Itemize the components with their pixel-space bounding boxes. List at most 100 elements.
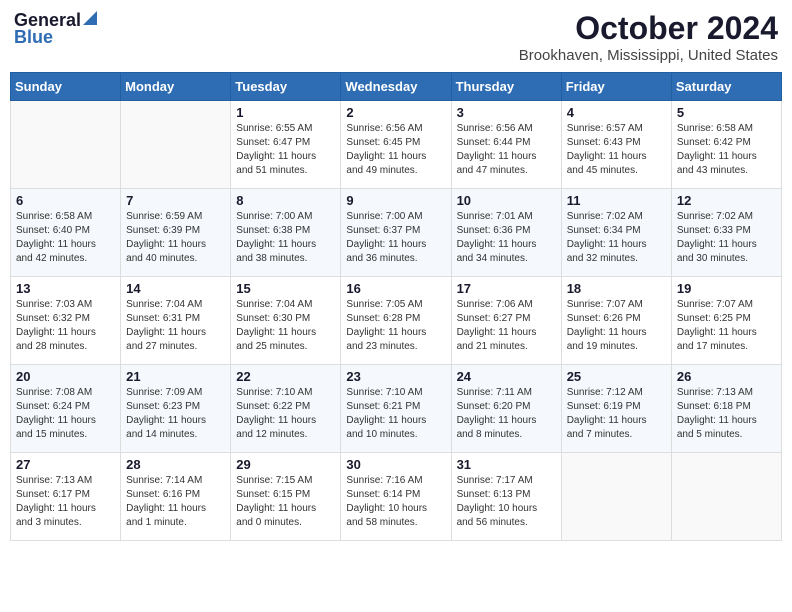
weekday-header-monday: Monday <box>121 73 231 101</box>
calendar-cell: 30Sunrise: 7:16 AMSunset: 6:14 PMDayligh… <box>341 453 451 541</box>
sunrise-text: Sunrise: 7:07 AM <box>677 299 753 310</box>
calendar-cell: 9Sunrise: 7:00 AMSunset: 6:37 PMDaylight… <box>341 189 451 277</box>
sunset-text: Sunset: 6:13 PM <box>457 489 531 500</box>
calendar-cell: 28Sunrise: 7:14 AMSunset: 6:16 PMDayligh… <box>121 453 231 541</box>
weekday-header-tuesday: Tuesday <box>231 73 341 101</box>
month-title: October 2024 <box>519 10 778 47</box>
day-info: Sunrise: 7:03 AM Sunset: 6:32 PM Daylight:… <box>16 298 115 354</box>
day-number: 8 <box>236 193 335 208</box>
weekday-header-saturday: Saturday <box>671 73 781 101</box>
day-number: 4 <box>567 105 666 120</box>
sunset-text: Sunset: 6:40 PM <box>16 225 90 236</box>
calendar-cell: 7Sunrise: 6:59 AMSunset: 6:39 PMDaylight… <box>121 189 231 277</box>
sunrise-text: Sunrise: 7:12 AM <box>567 387 643 398</box>
sunrise-text: Sunrise: 7:09 AM <box>126 387 202 398</box>
calendar-cell: 21Sunrise: 7:09 AMSunset: 6:23 PMDayligh… <box>121 365 231 453</box>
sunrise-text: Sunrise: 7:15 AM <box>236 475 312 486</box>
sunrise-text: Sunrise: 7:11 AM <box>457 387 532 398</box>
sunrise-text: Sunrise: 7:13 AM <box>16 475 92 486</box>
day-number: 5 <box>677 105 776 120</box>
calendar-cell: 27Sunrise: 7:13 AMSunset: 6:17 PMDayligh… <box>11 453 121 541</box>
calendar-cell: 16Sunrise: 7:05 AMSunset: 6:28 PMDayligh… <box>341 277 451 365</box>
daylight-text: Daylight: 11 hours and 45 minutes. <box>567 151 647 176</box>
day-info: Sunrise: 7:02 AMSunset: 6:34 PMDaylight:… <box>567 210 666 266</box>
sunset-text: Sunset: 6:38 PM <box>236 225 310 236</box>
day-number: 21 <box>126 369 225 384</box>
weekday-header-thursday: Thursday <box>451 73 561 101</box>
day-info: Sunrise: 7:01 AMSunset: 6:36 PMDaylight:… <box>457 210 556 266</box>
sunset-text: Sunset: 6:26 PM <box>567 313 641 324</box>
sunrise-text: Sunrise: 7:08 AM <box>16 387 92 398</box>
sunrise-text: Sunrise: 7:10 AM <box>236 387 312 398</box>
weekday-header-friday: Friday <box>561 73 671 101</box>
day-info: Sunrise: 7:09 AMSunset: 6:23 PMDaylight:… <box>126 386 225 442</box>
daylight-text: Daylight: 11 hours and 40 minutes. <box>126 239 206 264</box>
daylight-text: Daylight: 11 hours and 38 minutes. <box>236 239 316 264</box>
day-info: Sunrise: 7:07 AMSunset: 6:25 PMDaylight:… <box>677 298 776 354</box>
sunrise-text: Sunrise: 7:00 AM <box>346 211 422 222</box>
daylight-text: Daylight: 11 hours and 28 minutes. <box>16 327 96 352</box>
sunset-text: Sunset: 6:45 PM <box>346 137 420 148</box>
sunset-text: Sunset: 6:17 PM <box>16 489 90 500</box>
day-info: Sunrise: 7:12 AMSunset: 6:19 PMDaylight:… <box>567 386 666 442</box>
day-number: 3 <box>457 105 556 120</box>
sunrise-text: Sunrise: 7:07 AM <box>567 299 643 310</box>
daylight-text: Daylight: 10 hours and 58 minutes. <box>346 503 427 528</box>
sunrise-text: Sunrise: 7:03 AM <box>16 299 92 310</box>
daylight-text: Daylight: 11 hours and 47 minutes. <box>457 151 537 176</box>
calendar-cell: 13 Sunrise: 7:03 AM Sunset: 6:32 PM Dayligh… <box>11 277 121 365</box>
sunrise-text: Sunrise: 6:58 AM <box>677 123 753 134</box>
day-number: 17 <box>457 281 556 296</box>
calendar-cell: 2Sunrise: 6:56 AMSunset: 6:45 PMDaylight… <box>341 101 451 189</box>
sunset-text: Sunset: 6:25 PM <box>677 313 751 324</box>
calendar-cell <box>671 453 781 541</box>
day-info: Sunrise: 7:13 AMSunset: 6:18 PMDaylight:… <box>677 386 776 442</box>
day-number: 22 <box>236 369 335 384</box>
daylight-text: Daylight: 11 hours and 34 minutes. <box>457 239 537 264</box>
day-info: Sunrise: 7:17 AMSunset: 6:13 PMDaylight:… <box>457 474 556 530</box>
logo-blue-text: Blue <box>14 27 97 48</box>
day-info: Sunrise: 7:08 AMSunset: 6:24 PMDaylight:… <box>16 386 115 442</box>
calendar-cell: 14Sunrise: 7:04 AMSunset: 6:31 PMDayligh… <box>121 277 231 365</box>
day-info: Sunrise: 7:02 AMSunset: 6:33 PMDaylight:… <box>677 210 776 266</box>
day-number: 7 <box>126 193 225 208</box>
day-info: Sunrise: 7:07 AM Sunset: 6:26 PM Daylight:… <box>567 298 666 354</box>
day-number: 16 <box>346 281 445 296</box>
sunset-text: Sunset: 6:47 PM <box>236 137 310 148</box>
sunset-text: Sunset: 6:32 PM <box>16 313 90 324</box>
calendar-cell: 25Sunrise: 7:12 AMSunset: 6:19 PMDayligh… <box>561 365 671 453</box>
daylight-text: Daylight: 11 hours and 10 minutes. <box>346 415 426 440</box>
day-number: 29 <box>236 457 335 472</box>
day-number: 14 <box>126 281 225 296</box>
day-number: 31 <box>457 457 556 472</box>
daylight-text: Daylight: 11 hours and 0 minutes. <box>236 503 316 528</box>
calendar-cell: 29Sunrise: 7:15 AMSunset: 6:15 PMDayligh… <box>231 453 341 541</box>
calendar-cell: 20Sunrise: 7:08 AMSunset: 6:24 PMDayligh… <box>11 365 121 453</box>
sunset-text: Sunset: 6:28 PM <box>346 313 420 324</box>
sunset-text: Sunset: 6:33 PM <box>677 225 751 236</box>
daylight-text: Daylight: 11 hours and 23 minutes. <box>346 327 426 352</box>
sunset-text: Sunset: 6:23 PM <box>126 401 200 412</box>
day-number: 19 <box>677 281 776 296</box>
calendar-cell: 31 Sunrise: 7:17 AMSunset: 6:13 PMDayligh… <box>451 453 561 541</box>
daylight-text: Daylight: 10 hours and 56 minutes. <box>457 503 538 528</box>
calendar-cell: 8Sunrise: 7:00 AMSunset: 6:38 PMDaylight… <box>231 189 341 277</box>
daylight-text: Daylight: 11 hours and 3 minutes. <box>16 503 96 528</box>
day-number: 30 <box>346 457 445 472</box>
day-number: 23 <box>346 369 445 384</box>
daylight-text: Daylight: 11 hours and 27 minutes. <box>126 327 206 352</box>
day-info: Sunrise: 7:04 AMSunset: 6:30 PMDaylight:… <box>236 298 335 354</box>
daylight-text: Daylight: 11 hours and 8 minutes. <box>457 415 537 440</box>
daylight-text: Daylight: 11 hours and 25 minutes. <box>236 327 316 352</box>
daylight-text: Daylight: 11 hours and 15 minutes. <box>16 415 96 440</box>
day-number: 13 <box>16 281 115 296</box>
calendar-cell: 5Sunrise: 6:58 AMSunset: 6:42 PMDaylight… <box>671 101 781 189</box>
day-info: Sunrise: 7:10 AMSunset: 6:21 PMDaylight:… <box>346 386 445 442</box>
calendar-cell: 22Sunrise: 7:10 AMSunset: 6:22 PMDayligh… <box>231 365 341 453</box>
daylight-text: Daylight: 11 hours and 19 minutes. <box>567 327 647 352</box>
day-number: 2 <box>346 105 445 120</box>
day-number: 1 <box>236 105 335 120</box>
calendar-cell: 10Sunrise: 7:01 AMSunset: 6:36 PMDayligh… <box>451 189 561 277</box>
weekday-header-wednesday: Wednesday <box>341 73 451 101</box>
calendar-cell: 17Sunrise: 7:06 AMSunset: 6:27 PMDayligh… <box>451 277 561 365</box>
